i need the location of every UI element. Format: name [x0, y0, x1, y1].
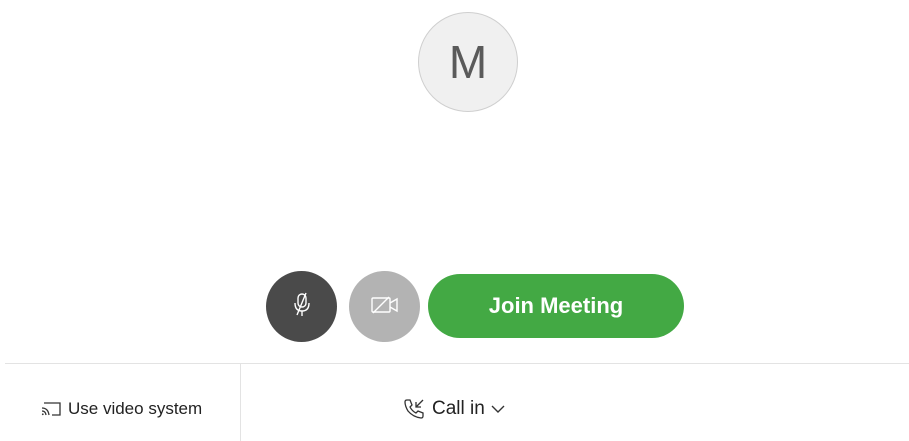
avatar: M: [418, 12, 518, 112]
use-video-system-button[interactable]: Use video system: [40, 397, 202, 421]
call-in-label: Call in: [432, 398, 485, 419]
video-toggle-button[interactable]: [349, 271, 420, 342]
footer-divider: [5, 363, 909, 364]
video-off-icon: [370, 294, 400, 319]
call-in-button[interactable]: Call in: [402, 396, 505, 422]
footer-vertical-divider: [240, 364, 241, 441]
cast-screen-icon: [40, 400, 62, 418]
mute-button[interactable]: [266, 271, 337, 342]
phone-incoming-icon: [402, 397, 426, 421]
use-video-system-label: Use video system: [68, 399, 203, 418]
avatar-initial: M: [448, 36, 488, 88]
join-meeting-button[interactable]: Join Meeting: [428, 274, 684, 338]
chevron-down-icon[interactable]: [491, 404, 505, 414]
microphone-muted-icon: [291, 292, 313, 321]
